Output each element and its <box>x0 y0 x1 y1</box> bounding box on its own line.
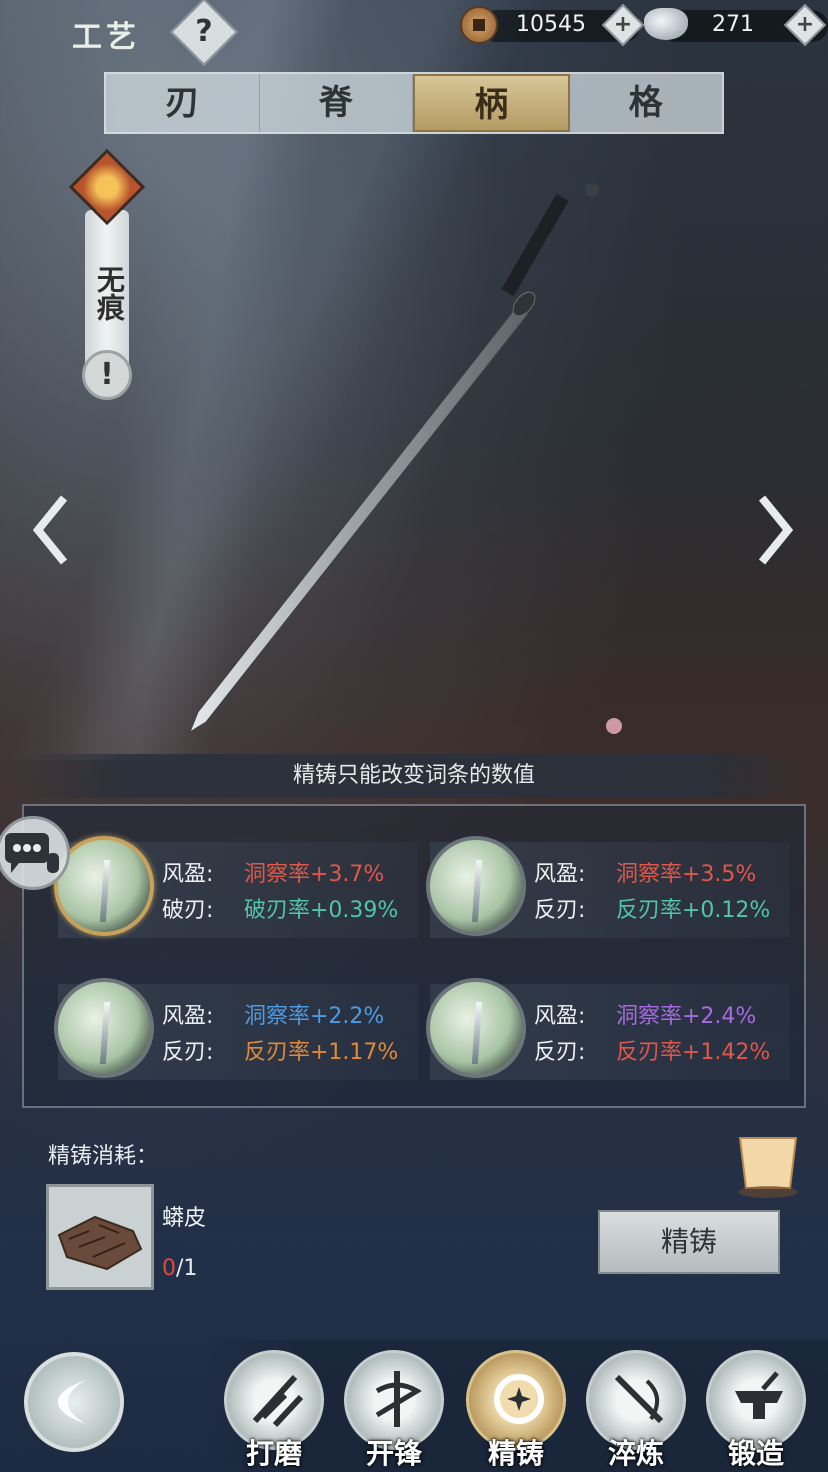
nav-label: 开锋 <box>365 1437 422 1470</box>
grind-icon <box>252 1374 304 1428</box>
affix-label: 风盈: <box>534 1004 586 1029</box>
tab-guard[interactable]: 格 <box>570 74 723 132</box>
chat-button[interactable] <box>0 816 70 890</box>
weapon-name-banner: 无痕 ! <box>68 148 146 410</box>
part-tabs: 刃 脊 柄 格 <box>104 72 724 134</box>
copper-currency: 10545 + <box>460 3 645 47</box>
info-button[interactable]: ! <box>82 350 132 400</box>
material-name: 蟒皮 <box>162 1206 207 1231</box>
prev-arrow-icon[interactable] <box>30 490 70 570</box>
chat-bubble-icon <box>5 833 59 873</box>
affix-label: 破刃: <box>162 898 214 923</box>
affix-value: 洞察率+3.5% <box>616 862 757 887</box>
affix-label: 风盈: <box>162 862 214 887</box>
help-button[interactable]: ? <box>170 0 238 66</box>
top-bar: 工艺 ? 10545 + 271 + <box>0 0 828 66</box>
refine-icon <box>494 1374 544 1424</box>
help-icon: ? <box>195 14 213 49</box>
affix-value: 反刃率+1.42% <box>616 1040 771 1065</box>
affix-value: 洞察率+3.7% <box>244 862 385 887</box>
nav-grind[interactable]: 打磨 <box>224 1350 324 1470</box>
next-arrow-icon[interactable] <box>756 490 796 570</box>
material-slot[interactable] <box>46 1184 154 1290</box>
option-gem-icon <box>426 836 526 936</box>
refine-options-panel: 风盈: 洞察率+3.7% 破刃: 破刃率+0.39% 风盈: 洞察率+3.5% 反刃:… <box>22 804 806 1108</box>
option-card[interactable]: 风盈: 洞察率+2.4% 反刃: 反刃率+1.42% <box>426 978 790 1080</box>
option-card[interactable]: 风盈: 洞察率+3.7% 破刃: 破刃率+0.39% <box>54 836 418 938</box>
nav-label: 精铸 <box>487 1437 544 1470</box>
affix-value: 反刃率+0.12% <box>616 898 771 923</box>
nav-label: 打磨 <box>245 1437 302 1470</box>
material-count: 0/1 <box>162 1256 197 1281</box>
tab-hilt[interactable]: 柄 <box>413 74 570 132</box>
sharpen-icon <box>375 1371 422 1427</box>
material-need: /1 <box>176 1256 198 1281</box>
temper-icon <box>614 1374 664 1424</box>
exclamation-icon: ! <box>100 357 114 392</box>
floating-lantern-icon <box>738 1137 798 1198</box>
affix-value: 反刃率+1.17% <box>244 1040 399 1065</box>
silver-ingot-icon <box>644 8 688 40</box>
option-gem-icon <box>54 978 154 1078</box>
nav-sharpen[interactable]: 开锋 <box>344 1350 444 1470</box>
tab-spine[interactable]: 脊 <box>260 74 413 132</box>
cost-label: 精铸消耗： <box>48 1144 159 1169</box>
silver-amount: 271 <box>712 12 754 37</box>
option-card[interactable]: 风盈: 洞察率+3.5% 反刃: 反刃率+0.12% <box>426 836 790 938</box>
sun-emblem-icon <box>68 148 146 226</box>
refine-notice: 精铸只能改变词条的数值 <box>0 754 828 798</box>
affix-label: 反刃: <box>534 898 586 923</box>
affix-label: 反刃: <box>534 1040 586 1065</box>
nav-forge[interactable]: 锻造 <box>706 1350 806 1470</box>
copper-amount: 10545 <box>516 12 586 37</box>
silver-currency: 271 + <box>640 3 828 47</box>
tab-blade[interactable]: 刃 <box>106 74 260 132</box>
nav-label: 淬炼 <box>607 1437 664 1470</box>
weapon-name: 无痕 <box>93 265 126 321</box>
back-arrow-icon <box>58 1380 86 1424</box>
affix-label: 反刃: <box>162 1040 214 1065</box>
affix-value: 洞察率+2.2% <box>244 1004 385 1029</box>
material-have: 0 <box>162 1256 176 1281</box>
plus-icon: + <box>613 12 633 37</box>
python-skin-icon <box>57 1215 143 1271</box>
affix-label: 风盈: <box>534 862 586 887</box>
affix-label: 风盈: <box>162 1004 214 1029</box>
copper-coin-icon <box>460 6 498 44</box>
page-title: 工艺 <box>72 20 140 55</box>
nav-temper[interactable]: 淬炼 <box>586 1350 686 1470</box>
back-button[interactable] <box>24 1352 124 1452</box>
affix-value: 破刃率+0.39% <box>244 898 399 923</box>
option-gem-icon <box>426 978 526 1078</box>
option-card[interactable]: 风盈: 洞察率+2.2% 反刃: 反刃率+1.17% <box>54 978 418 1080</box>
affix-value: 洞察率+2.4% <box>616 1004 757 1029</box>
forge-icon <box>735 1371 783 1419</box>
nav-label: 锻造 <box>727 1437 784 1470</box>
plus-icon: + <box>795 12 815 37</box>
nav-refine[interactable]: 精铸 <box>466 1350 566 1470</box>
refine-button[interactable]: 精铸 <box>598 1210 780 1274</box>
